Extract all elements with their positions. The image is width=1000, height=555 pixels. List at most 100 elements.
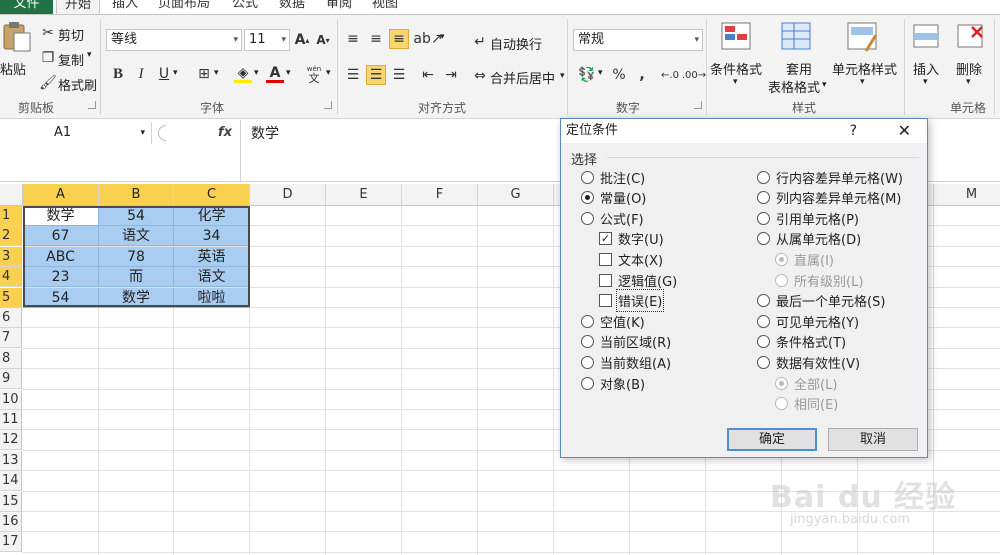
cell-a2[interactable]: 67 <box>23 226 99 247</box>
radio-left-7[interactable]: 空值(K) <box>581 311 645 331</box>
radio-unchecked-icon[interactable] <box>581 335 594 349</box>
wrap-text-button[interactable]: 自动换行 <box>490 34 542 53</box>
align-center-icon[interactable]: ☰ <box>366 65 386 85</box>
copy-dropdown-icon[interactable]: ▾ <box>87 50 92 60</box>
accounting-dropdown-icon[interactable]: ▾ <box>598 68 603 78</box>
radio-right-2[interactable]: 引用单元格(P) <box>757 208 859 228</box>
row-header-9[interactable]: 9 <box>0 369 22 390</box>
cell-b5[interactable]: 数学 <box>99 287 174 308</box>
merge-dropdown-icon[interactable]: ▾ <box>560 71 565 81</box>
ok-button[interactable]: 确定 <box>727 428 817 451</box>
align-bottom-icon[interactable]: ≡ <box>389 29 409 49</box>
cell-b4[interactable]: 而 <box>99 267 174 288</box>
radio-unchecked-icon[interactable] <box>581 314 594 328</box>
row-header-3[interactable]: 3 <box>0 246 22 267</box>
radio-right-9[interactable]: 数据有效性(V) <box>757 352 860 372</box>
cell-c5[interactable]: 啦啦 <box>174 287 250 308</box>
cell-a1[interactable]: 数学 <box>23 206 99 226</box>
checkbox-left-4[interactable]: 文本(X) <box>599 249 663 269</box>
number-format-combo[interactable]: 常规 ▾ <box>573 29 703 51</box>
row-header-13[interactable]: 13 <box>0 450 22 471</box>
font-name-combo[interactable]: 等线 ▾ <box>106 29 242 51</box>
name-box[interactable]: A1 ▾ <box>0 122 152 144</box>
row-header-15[interactable]: 15 <box>0 491 22 512</box>
align-middle-icon[interactable]: ≡ <box>366 29 386 49</box>
tab-view[interactable]: 视图 <box>372 0 398 14</box>
radio-unchecked-icon[interactable] <box>757 211 770 225</box>
row-header-5[interactable]: 5 <box>0 287 22 308</box>
fill-color-dropdown-icon[interactable]: ▾ <box>254 68 259 78</box>
cell-a5[interactable]: 54 <box>23 287 99 308</box>
radio-right-6[interactable]: 最后一个单元格(S) <box>757 291 885 311</box>
grow-font-icon[interactable]: A ▴ <box>293 31 311 49</box>
decrease-decimal-icon[interactable]: .00→ <box>682 65 706 85</box>
conditional-format-button[interactable]: 条件格式 <box>710 59 762 78</box>
radio-unchecked-icon[interactable] <box>757 191 770 205</box>
cell-styles-button[interactable]: 单元格样式 <box>832 59 897 78</box>
align-top-icon[interactable]: ≡ <box>343 29 363 49</box>
cell-b2[interactable]: 语文 <box>99 226 174 247</box>
row-header-2[interactable]: 2 <box>0 226 22 247</box>
phonetic-dropdown-icon[interactable]: ▾ <box>326 68 331 78</box>
radio-unchecked-icon[interactable] <box>757 314 770 328</box>
cell-c3[interactable]: 英语 <box>174 246 250 267</box>
radio-unchecked-icon[interactable] <box>581 170 594 184</box>
radio-left-8[interactable]: 当前区域(R) <box>581 332 671 352</box>
row-header-16[interactable]: 16 <box>0 512 22 532</box>
paste-icon[interactable] <box>0 21 34 53</box>
column-header-g[interactable]: G <box>478 184 554 206</box>
radio-unchecked-icon[interactable] <box>757 355 770 369</box>
fill-color-icon[interactable]: ◈ <box>234 65 252 83</box>
row-header-4[interactable]: 4 <box>0 267 22 288</box>
radio-left-2[interactable]: 公式(F) <box>581 208 644 228</box>
phonetic-guide-icon[interactable]: wén 文 <box>303 63 325 85</box>
column-header-a[interactable]: A <box>23 184 99 206</box>
tab-file[interactable]: 文件 <box>0 0 53 14</box>
percent-style-button[interactable]: % <box>610 65 628 85</box>
merge-center-icon[interactable]: ⇔ <box>471 67 489 85</box>
dialog-help-button[interactable]: ? <box>850 119 857 143</box>
font-launcher-icon[interactable] <box>324 101 332 109</box>
shrink-font-icon[interactable]: A ▾ <box>314 31 332 49</box>
checkbox-checked-icon[interactable]: ✓ <box>599 232 612 246</box>
checkbox-unchecked-icon[interactable] <box>599 273 612 287</box>
row-header-7[interactable]: 7 <box>0 328 22 349</box>
radio-unchecked-icon[interactable] <box>757 294 770 308</box>
row-header-14[interactable]: 14 <box>0 471 22 492</box>
cell-c4[interactable]: 语文 <box>174 267 250 288</box>
formula-bar-grip-icon[interactable] <box>158 125 166 141</box>
bold-button[interactable]: B <box>109 65 127 83</box>
row-header-17[interactable]: 17 <box>0 532 22 553</box>
radio-right-8[interactable]: 条件格式(T) <box>757 332 846 352</box>
tab-formulas[interactable]: 公式 <box>232 0 258 14</box>
orientation-icon[interactable]: ab↗ <box>413 29 442 49</box>
radio-unchecked-icon[interactable] <box>581 376 594 390</box>
radio-left-9[interactable]: 当前数组(A) <box>581 352 671 372</box>
cell-a3[interactable]: ABC <box>23 246 99 267</box>
font-size-combo[interactable]: 11 ▾ <box>244 29 290 51</box>
tab-insert[interactable]: 插入 <box>112 0 138 14</box>
borders-dropdown-icon[interactable]: ▾ <box>214 68 219 78</box>
format-as-table-icon[interactable] <box>780 21 814 53</box>
copy-icon[interactable]: ❐ <box>40 50 56 66</box>
insert-function-button[interactable]: fx <box>218 122 232 144</box>
cut-button[interactable]: 剪切 <box>58 25 84 44</box>
clipboard-launcher-icon[interactable] <box>88 101 96 109</box>
radio-unchecked-icon[interactable] <box>757 170 770 184</box>
font-color-dropdown-icon[interactable]: ▾ <box>286 68 291 78</box>
number-launcher-icon[interactable] <box>694 101 702 109</box>
cell-c1[interactable]: 化学 <box>174 206 250 226</box>
format-painter-icon[interactable]: 🖌 <box>39 75 57 91</box>
cancel-button[interactable]: 取消 <box>828 428 918 451</box>
column-header-c[interactable]: C <box>174 184 250 206</box>
column-header-m[interactable]: M <box>934 184 1000 206</box>
format-as-table-line1[interactable]: 套用 <box>786 59 812 78</box>
cut-icon[interactable]: ✂ <box>40 25 56 41</box>
align-left-icon[interactable]: ☰ <box>343 65 363 85</box>
cell-c2[interactable]: 34 <box>174 226 250 247</box>
column-header-b[interactable]: B <box>99 184 174 206</box>
checkbox-left-3[interactable]: ✓ 数字(U) <box>599 229 664 249</box>
tab-data[interactable]: 数据 <box>279 0 305 14</box>
cell-styles-icon[interactable] <box>846 21 880 53</box>
tab-page-layout[interactable]: 页面布局 <box>158 0 210 14</box>
